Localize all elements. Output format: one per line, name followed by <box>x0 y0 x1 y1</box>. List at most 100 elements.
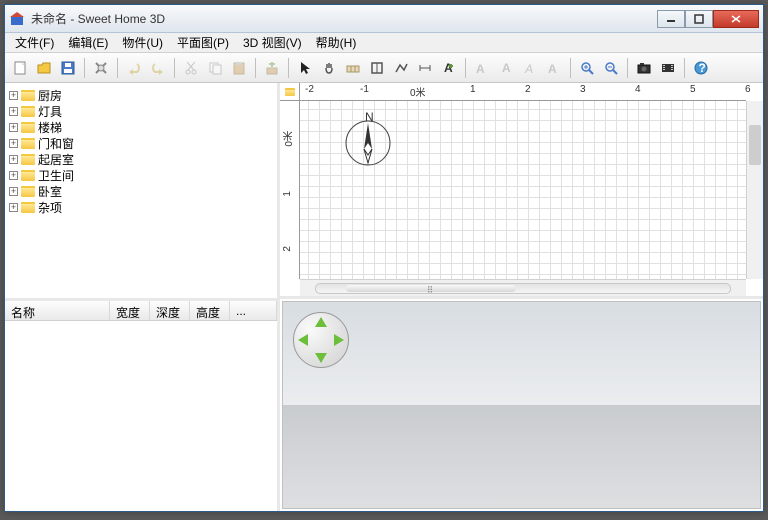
catalog-category[interactable]: +起居室 <box>7 151 275 167</box>
plan-canvas[interactable]: N <box>300 101 746 279</box>
nav-right-arrow-icon[interactable] <box>334 334 344 346</box>
3d-view[interactable] <box>282 301 761 509</box>
expand-icon[interactable]: + <box>9 123 18 132</box>
folder-icon <box>285 88 295 96</box>
preferences-button[interactable] <box>90 57 112 79</box>
ruler-tick-label: 4 <box>635 84 641 95</box>
folder-icon <box>21 186 35 197</box>
scrollbar-thumb[interactable] <box>749 125 761 165</box>
decrease-text-button[interactable]: A <box>495 57 517 79</box>
list-header: 名称 宽度 深度 高度 ... <box>5 301 277 321</box>
toolbar-separator <box>465 58 466 78</box>
save-button[interactable] <box>57 57 79 79</box>
nav-left-arrow-icon[interactable] <box>298 334 308 346</box>
category-label: 杂项 <box>38 199 62 216</box>
create-rooms-button[interactable] <box>366 57 388 79</box>
catalog-category[interactable]: +厨房 <box>7 87 275 103</box>
vertical-scrollbar[interactable] <box>746 101 763 279</box>
catalog-category[interactable]: + 杂项 <box>7 199 275 215</box>
catalog-category[interactable]: +门和窗 <box>7 135 275 151</box>
zoom-out-button[interactable] <box>600 57 622 79</box>
ruler-tick-label: 6 <box>745 84 751 95</box>
undo-button[interactable] <box>123 57 145 79</box>
copy-button[interactable] <box>204 57 226 79</box>
list-body[interactable] <box>5 321 277 511</box>
new-button[interactable] <box>9 57 31 79</box>
menu-plan[interactable]: 平面图(P) <box>171 32 235 53</box>
folder-icon <box>21 202 35 213</box>
expand-icon[interactable]: + <box>9 203 18 212</box>
expand-icon[interactable]: + <box>9 187 18 196</box>
redo-button[interactable] <box>147 57 169 79</box>
ruler-corner <box>280 83 300 101</box>
col-more[interactable]: ... <box>230 301 277 320</box>
window-controls <box>657 10 759 28</box>
italic-button[interactable]: A <box>543 57 565 79</box>
expand-icon[interactable]: + <box>9 107 18 116</box>
window-title: 未命名 - Sweet Home 3D <box>31 10 657 27</box>
create-text-button[interactable]: A <box>438 57 460 79</box>
nav-up-arrow-icon[interactable] <box>315 317 327 327</box>
paste-button[interactable] <box>228 57 250 79</box>
toolbar-separator <box>627 58 628 78</box>
catalog-category[interactable]: +灯具 <box>7 103 275 119</box>
compass-icon[interactable]: N <box>340 111 396 167</box>
increase-text-button[interactable]: A <box>471 57 493 79</box>
maximize-button[interactable] <box>685 10 713 28</box>
catalog-category[interactable]: +楼梯 <box>7 119 275 135</box>
cut-button[interactable] <box>180 57 202 79</box>
menu-file[interactable]: 文件(F) <box>9 32 60 53</box>
create-dimensions-button[interactable] <box>414 57 436 79</box>
open-button[interactable] <box>33 57 55 79</box>
select-tool-button[interactable] <box>294 57 316 79</box>
create-photo-button[interactable] <box>633 57 655 79</box>
add-furniture-button[interactable] <box>261 57 283 79</box>
scrollbar-thumb[interactable]: ⠿ <box>346 285 516 292</box>
furniture-catalog[interactable]: +厨房 +灯具 +楼梯 +门和窗 +起居室 + 卫生间 + 卧室 + 杂项 <box>5 83 277 301</box>
expand-icon[interactable]: + <box>9 91 18 100</box>
category-label: 卧室 <box>38 183 62 200</box>
toolbar-separator <box>84 58 85 78</box>
create-video-button[interactable] <box>657 57 679 79</box>
nav-down-arrow-icon[interactable] <box>315 353 327 363</box>
create-polylines-button[interactable] <box>390 57 412 79</box>
app-icon <box>9 11 25 27</box>
menu-furniture[interactable]: 物件(U) <box>116 32 169 53</box>
svg-text:A: A <box>548 62 557 76</box>
close-button[interactable] <box>713 10 759 28</box>
menu-edit[interactable]: 编辑(E) <box>62 32 114 53</box>
expand-icon[interactable]: + <box>9 171 18 180</box>
folder-icon <box>21 170 35 181</box>
catalog-category[interactable]: + 卫生间 <box>7 167 275 183</box>
folder-icon <box>21 154 35 165</box>
pan-tool-button[interactable] <box>318 57 340 79</box>
col-depth[interactable]: 深度 <box>150 301 190 320</box>
horizontal-scrollbar[interactable]: ⠿ <box>300 279 746 296</box>
ruler-tick-label: 1 <box>470 84 476 95</box>
compass-north-label: N <box>365 111 374 124</box>
catalog-category[interactable]: + 卧室 <box>7 183 275 199</box>
help-button[interactable]: ? <box>690 57 712 79</box>
menu-3dview[interactable]: 3D 视图(V) <box>237 32 308 53</box>
toolbar-separator <box>255 58 256 78</box>
expand-icon[interactable]: + <box>9 155 18 164</box>
bold-button[interactable]: A <box>519 57 541 79</box>
create-walls-button[interactable] <box>342 57 364 79</box>
scrollbar-track[interactable]: ⠿ <box>315 283 731 294</box>
expand-icon[interactable]: + <box>9 139 18 148</box>
toolbar-separator <box>174 58 175 78</box>
col-name[interactable]: 名称 <box>5 301 110 320</box>
menu-help[interactable]: 帮助(H) <box>310 32 363 53</box>
plan-view[interactable]: -2 -1 0米 1 2 3 4 5 6 0米 1 2 <box>280 83 763 299</box>
col-height[interactable]: 高度 <box>190 301 230 320</box>
svg-text:?: ? <box>699 61 706 75</box>
minimize-button[interactable] <box>657 10 685 28</box>
zoom-in-button[interactable] <box>576 57 598 79</box>
col-width[interactable]: 宽度 <box>110 301 150 320</box>
category-label: 卫生间 <box>38 167 74 184</box>
ruler-tick-label: 5 <box>690 84 696 95</box>
folder-icon <box>21 106 35 117</box>
ruler-vertical: 0米 1 2 <box>280 101 300 279</box>
ruler-tick-label: 3 <box>580 84 586 95</box>
3d-nav-control[interactable] <box>293 312 349 368</box>
